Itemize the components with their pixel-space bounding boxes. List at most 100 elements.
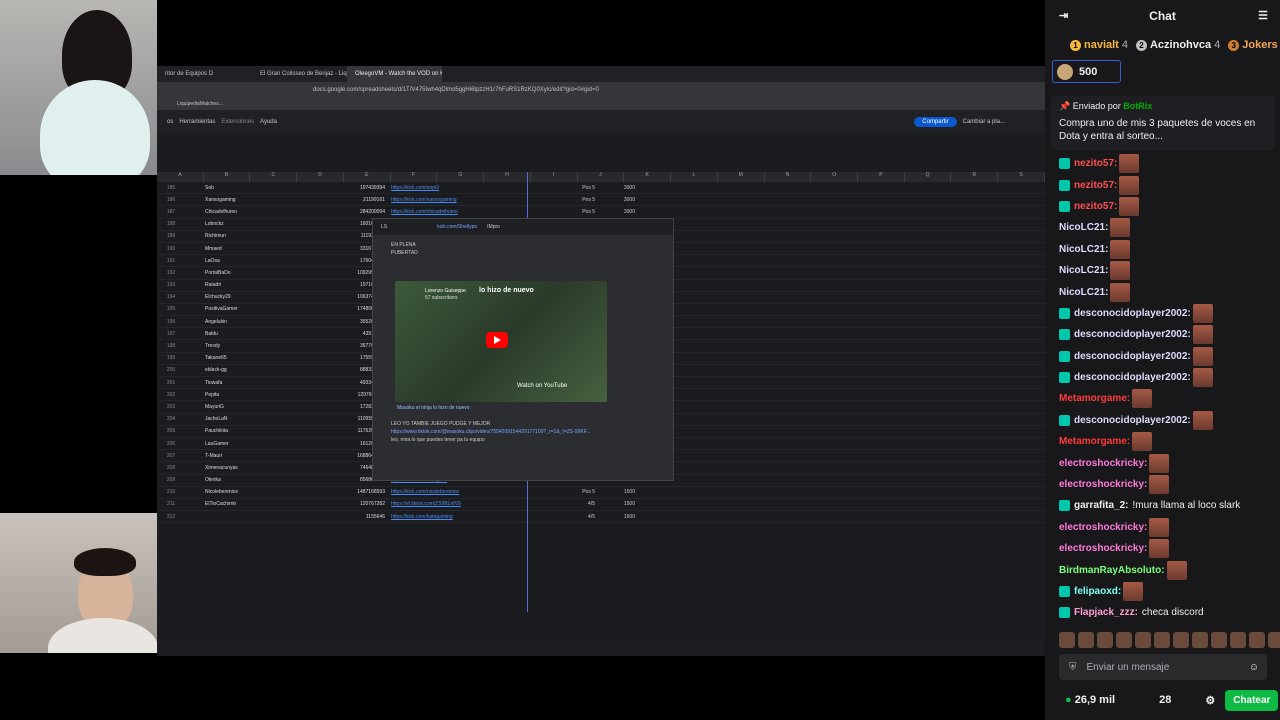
chat-username[interactable]: nezito57: [1074,201,1117,212]
share-button[interactable]: Compartir [914,117,957,127]
row-number: 199 [166,355,176,362]
leaderboard-entry[interactable]: 3 Jokers [1228,39,1280,51]
column-header[interactable]: A [157,172,204,182]
column-header[interactable]: E [344,172,391,182]
popup-tab[interactable]: kick.com/Shellypo [437,224,477,230]
chat-username[interactable]: nezito57: [1074,180,1117,191]
column-header[interactable]: R [951,172,999,182]
pinned-message[interactable]: 📌 Enviado por BotRix Compra uno de mis 3… [1051,95,1275,150]
collapse-icon[interactable]: ⇥ [1059,9,1068,22]
chat-input[interactable]: ⛨ Enviar un mensaje ☺ [1059,654,1267,680]
chat-username[interactable]: BirdmanRayAbsoluto: [1059,565,1165,576]
menu-item[interactable]: Ayuda [260,119,277,125]
menu-item[interactable]: os [167,119,173,125]
column-header[interactable]: K [624,172,672,182]
chat-username[interactable]: NicoLC21: [1059,287,1108,298]
chat-username[interactable]: desconocidoplayer2002: [1074,329,1191,340]
cell-link[interactable]: https://kick.com/chicadelhumo [385,209,525,215]
quick-emote-icon[interactable] [1097,632,1113,648]
browser-tab[interactable]: El Gran Colisseo de Benjaz - Liquipedi [252,66,347,82]
chat-username[interactable]: electroshockricky: [1059,543,1147,554]
column-header[interactable]: C [250,172,298,182]
column-header[interactable]: P [858,172,905,182]
menu-item[interactable]: Herramientas [179,119,215,125]
quick-emote-icon[interactable] [1135,632,1151,648]
community-icon[interactable]: ☰ [1258,9,1268,22]
youtube-embed[interactable]: Lorenzo Guiseppe 57 subscribers lo hizo … [395,281,607,402]
column-header[interactable]: H [484,172,531,182]
switch-button[interactable]: Cambiar a pla... [963,119,1005,125]
emoji-icon[interactable]: ☺ [1249,662,1259,673]
chat-username[interactable]: electroshockricky: [1059,522,1147,533]
chat-message: felipaoxd: [1045,581,1280,602]
column-header[interactable]: J [578,172,625,182]
leaderboard-entry[interactable]: 1 navialt 4 [1070,39,1128,51]
chat-username[interactable]: garrafita_2: [1074,500,1128,511]
menu-item[interactable]: Extensiones [221,119,254,125]
quick-emote-icon[interactable] [1078,632,1094,648]
column-header[interactable]: Q [905,172,952,182]
chat-username[interactable]: electroshockricky: [1059,458,1147,469]
quick-emote-icon[interactable] [1230,632,1246,648]
chat-username[interactable]: desconocidoplayer2002: [1074,372,1191,383]
avatar [1057,63,1073,80]
gear-icon[interactable]: ⚙ [1205,694,1215,707]
chat-message: nezito57: [1045,196,1280,217]
bookmark-item[interactable]: LiquipediaMatches... [177,101,223,107]
cell-link[interactable]: https://kick.com/sopt3 [385,185,525,191]
quick-emote-icon[interactable] [1116,632,1132,648]
chat-username[interactable]: electroshockricky: [1059,479,1147,490]
column-header[interactable]: G [437,172,485,182]
message-link[interactable]: https://www.tiktok.com/@masoku.clips/vid… [391,429,590,435]
column-header[interactable]: O [811,172,859,182]
emote-icon [1149,475,1170,495]
chat-username[interactable]: nezito57: [1074,158,1117,169]
cell-link[interactable]: https://kick.com/xanxogaming [385,197,525,203]
column-header[interactable]: D [297,172,344,182]
leaderboard-entry[interactable]: 2 Aczinohvca 4 [1135,39,1220,51]
column-header[interactable]: N [765,172,812,182]
quick-emote-icon[interactable] [1211,632,1227,648]
chat-username[interactable]: desconocidoplayer2002: [1074,308,1191,319]
quick-emote-icon[interactable] [1059,632,1075,648]
pinned-author: 📌 Enviado por BotRix [1059,101,1267,112]
watch-on-youtube[interactable]: Watch on YouTube [517,383,567,389]
cell-link[interactable]: https://kick.com/kategaming [385,514,525,520]
chat-username[interactable]: NicoLC21: [1059,222,1108,233]
browser-tab[interactable]: OleegoVM - Watch the VOD on Kick [347,66,442,82]
quick-emote-icon[interactable] [1249,632,1265,648]
chat-username[interactable]: Metamorgame: [1059,436,1130,447]
cell-link[interactable]: https://vt.tiktok.com/ZS9BLirfV9 [385,501,525,507]
status-text: EN PLENA PUBERTAD [391,242,418,256]
chat-username[interactable]: Metamorgame: [1059,393,1130,404]
quick-emote-icon[interactable] [1192,632,1208,648]
chat-username[interactable]: felipaoxd: [1074,586,1121,597]
column-header[interactable]: I [531,172,578,182]
popup-tab[interactable]: IMpro [487,224,500,230]
row-number: 195 [166,306,176,313]
cell-value: 1500 [623,489,635,496]
chat-username[interactable]: NicoLC21: [1059,265,1108,276]
chat-username[interactable]: NicoLC21: [1059,244,1108,255]
address-bar[interactable]: docs.google.com/spreadsheets/d/1T/V475Iw… [157,82,1045,98]
browser-tab[interactable]: ritor de Equipos D [157,66,252,82]
column-header[interactable]: F [391,172,438,182]
quick-emote-icon[interactable] [1268,632,1280,648]
column-header[interactable]: B [204,172,251,182]
subscriber-badge-icon [1059,200,1070,212]
bookmarks-bar: LiquipediaMatches... [157,98,1045,110]
chat-username[interactable]: desconocidoplayer2002: [1074,415,1191,426]
chat-username[interactable]: Flapjack_zzz: [1074,607,1138,618]
cell-link[interactable]: https://kick.com/nicoleberenice [385,489,525,495]
chat-messages: nezito57: nezito57: nezito57: NicoLC21: Nico… [1045,153,1280,624]
bits-leader[interactable]: 500 [1052,60,1121,83]
send-chat-button[interactable]: Chatear [1225,689,1279,711]
column-header[interactable]: L [671,172,718,182]
quick-emote-icon[interactable] [1173,632,1189,648]
quick-emote-icon[interactable] [1154,632,1170,648]
play-icon[interactable] [486,332,508,348]
bits-amount: 500 [1079,65,1098,78]
chat-username[interactable]: desconocidoplayer2002: [1074,351,1191,362]
column-header[interactable]: S [998,172,1045,182]
column-header[interactable]: M [718,172,765,182]
